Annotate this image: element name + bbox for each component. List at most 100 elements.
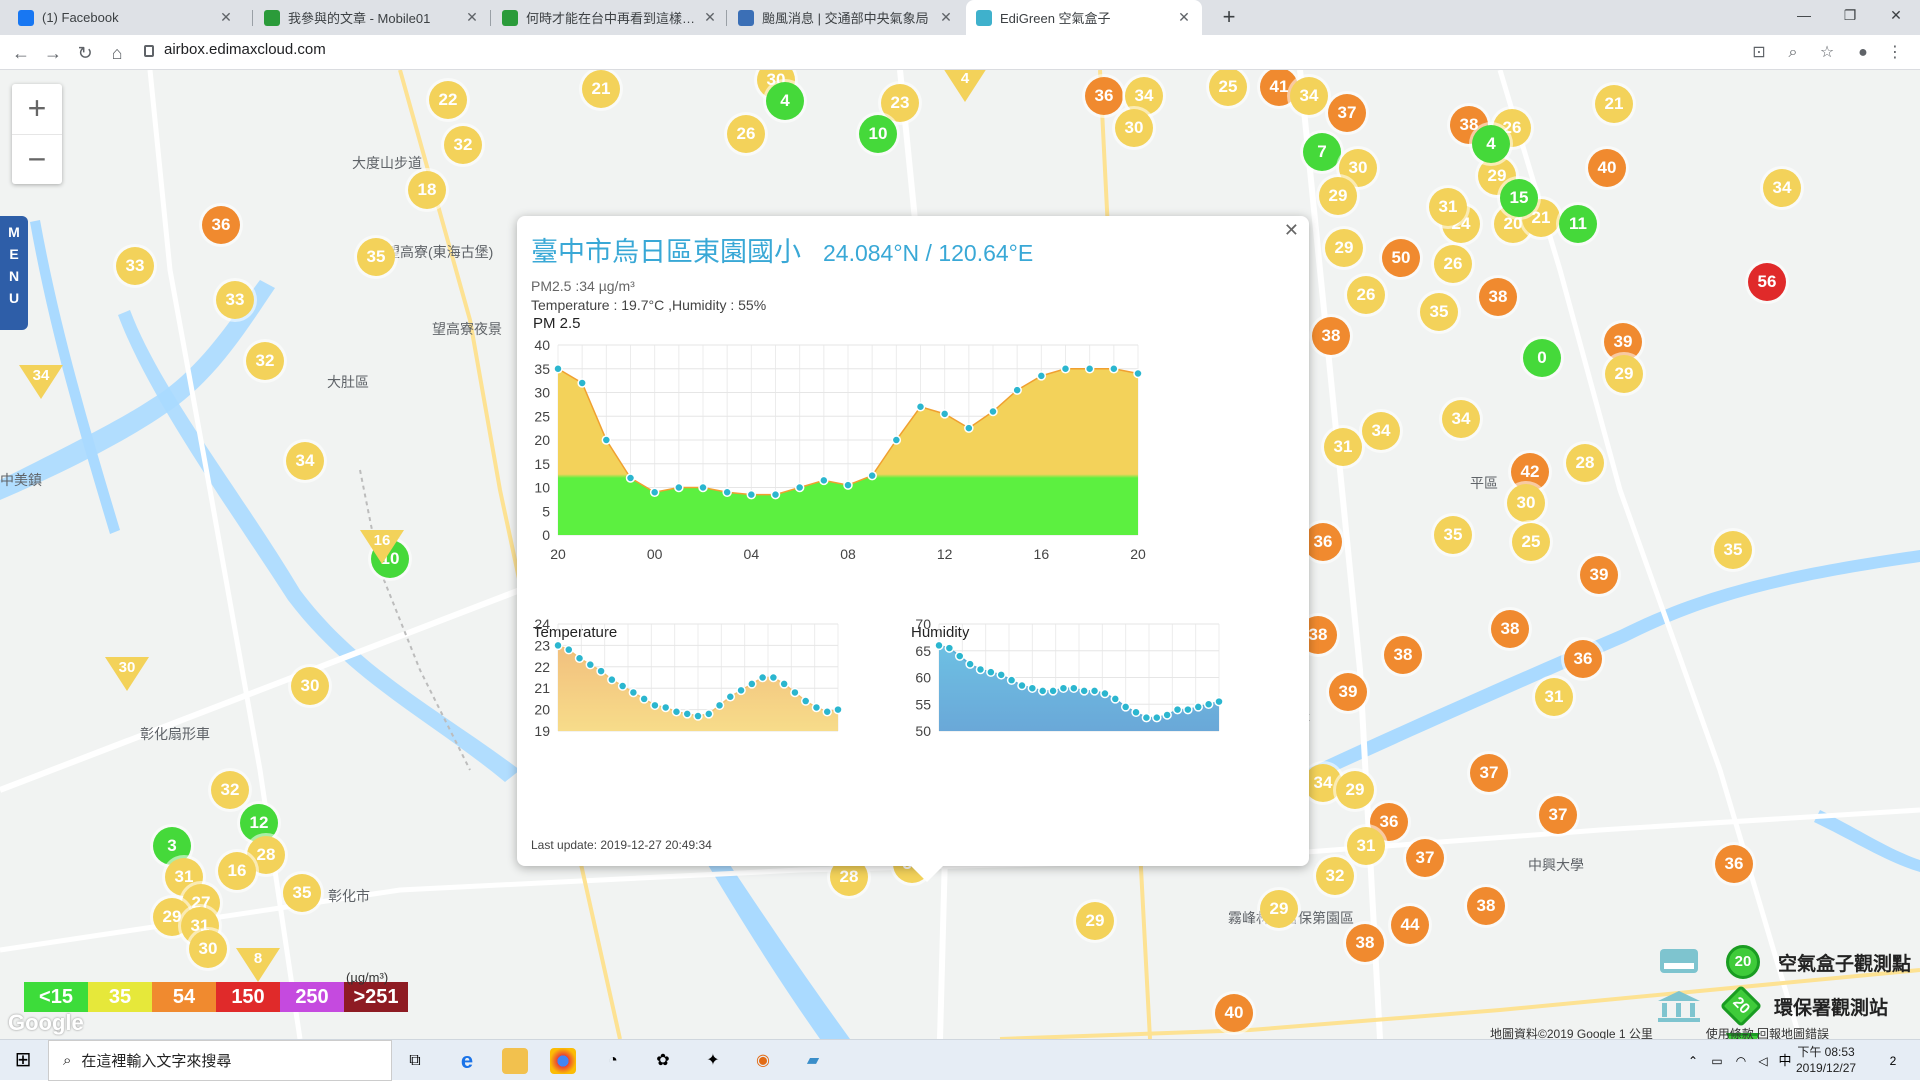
zoom-icon[interactable]: ⌕ — [1782, 42, 1804, 64]
airbox-marker[interactable]: 29 — [1319, 177, 1357, 215]
browser-tab[interactable]: 颱風消息 | 交通部中央氣象局 ✕ — [728, 0, 964, 35]
airbox-marker[interactable]: 29 — [1605, 355, 1643, 393]
browser-menu-icon[interactable]: ⋮ — [1884, 42, 1906, 64]
tab-close-icon[interactable]: ✕ — [218, 9, 234, 26]
airbox-marker[interactable]: 36 — [1304, 523, 1342, 561]
battery-icon[interactable]: ▭ — [1704, 1048, 1730, 1074]
airbox-marker[interactable]: 35 — [1714, 531, 1752, 569]
airbox-marker[interactable]: 31 — [1535, 678, 1573, 716]
ime-icon[interactable]: 中 — [1772, 1048, 1798, 1074]
lass-station-marker[interactable]: 34 — [19, 365, 63, 399]
airbox-marker[interactable]: 56 — [1748, 263, 1786, 301]
airbox-marker[interactable]: 26 — [727, 115, 765, 153]
edge-icon[interactable]: e — [454, 1048, 480, 1074]
menu-tab[interactable]: MENU — [0, 216, 28, 330]
notification-icon[interactable]: 2 — [1880, 1048, 1906, 1074]
airbox-marker[interactable]: 25 — [1512, 523, 1550, 561]
airbox-marker[interactable]: 29 — [1325, 229, 1363, 267]
airbox-marker[interactable]: 7 — [1303, 133, 1341, 171]
airbox-marker[interactable]: 21 — [1595, 85, 1633, 123]
airbox-marker[interactable]: 15 — [1500, 179, 1538, 217]
airbox-marker[interactable]: 34 — [1763, 169, 1801, 207]
airbox-marker[interactable]: 31 — [1324, 428, 1362, 466]
airbox-marker[interactable]: 34 — [1290, 77, 1328, 115]
airbox-marker[interactable]: 38 — [1346, 924, 1384, 962]
airbox-marker[interactable]: 35 — [1434, 516, 1472, 554]
airbox-marker[interactable]: 37 — [1328, 94, 1366, 132]
lass-station-marker[interactable]: 8 — [236, 948, 280, 982]
zoom-in-button[interactable]: + — [12, 84, 62, 134]
airbox-marker[interactable]: 37 — [1470, 754, 1508, 792]
airbox-marker[interactable]: 29 — [1336, 771, 1374, 809]
task-view-icon[interactable]: ⧉ — [402, 1048, 428, 1074]
airbox-marker[interactable]: 29 — [1076, 902, 1114, 940]
airbox-marker[interactable]: 33 — [116, 247, 154, 285]
app-icon-2[interactable]: ✿ — [650, 1048, 676, 1074]
airbox-marker[interactable]: 11 — [1559, 205, 1597, 243]
airbox-marker[interactable]: 32 — [1316, 857, 1354, 895]
reload-icon[interactable]: ↻ — [72, 40, 98, 66]
profile-icon[interactable]: ● — [1852, 42, 1874, 64]
airbox-marker[interactable]: 26 — [1347, 276, 1385, 314]
lass-station-marker[interactable]: 30 — [105, 657, 149, 691]
tab-close-icon[interactable]: ✕ — [702, 9, 718, 26]
airbox-marker[interactable]: 31 — [1347, 827, 1385, 865]
airbox-marker[interactable]: 32 — [444, 126, 482, 164]
airbox-marker[interactable]: 39 — [1329, 673, 1367, 711]
minimize-icon[interactable]: — — [1784, 0, 1824, 32]
airbox-marker[interactable]: 36 — [1715, 845, 1753, 883]
airbox-marker[interactable]: 4 — [1472, 125, 1510, 163]
airbox-marker[interactable]: 37 — [1539, 796, 1577, 834]
airbox-marker[interactable]: 26 — [1434, 245, 1472, 283]
back-icon[interactable]: ← — [8, 40, 34, 66]
airbox-marker[interactable]: 30 — [1507, 484, 1545, 522]
lass-station-marker[interactable]: 16 — [360, 530, 404, 564]
tab-close-icon[interactable]: ✕ — [938, 9, 954, 26]
windows-start-icon[interactable]: ⊞ — [10, 1047, 36, 1073]
tab-close-icon[interactable]: ✕ — [1176, 9, 1192, 26]
browser-tab[interactable]: 我參與的文章 - Mobile01 ✕ — [254, 0, 490, 35]
app-icon-3[interactable]: ✦ — [700, 1048, 726, 1074]
lass-station-marker[interactable]: 4 — [943, 70, 987, 102]
airbox-marker[interactable]: 38 — [1312, 317, 1350, 355]
airbox-marker[interactable]: 34 — [1442, 400, 1480, 438]
airbox-marker[interactable]: 34 — [1362, 412, 1400, 450]
browser-tab[interactable]: 何時才能在台中再看到這樣的藍天 ✕ — [492, 0, 728, 35]
airbox-marker[interactable]: 30 — [291, 667, 329, 705]
airbox-marker[interactable]: 35 — [1420, 293, 1458, 331]
app-icon-5[interactable]: ▰ — [800, 1048, 826, 1074]
map-canvas[interactable]: 大肚區望高寮(東海古堡)望高寮夜景大度山步道彰化市彰化扇形車經濟部台中軟體霧峰林… — [0, 70, 1920, 1039]
app-icon-4[interactable]: ◉ — [750, 1048, 776, 1074]
airbox-marker[interactable]: 38 — [1491, 610, 1529, 648]
airbox-marker[interactable]: 38 — [1384, 636, 1422, 674]
chrome-icon[interactable] — [550, 1048, 576, 1074]
airbox-marker[interactable]: 32 — [246, 342, 284, 380]
airbox-marker[interactable]: 31 — [1429, 188, 1467, 226]
airbox-marker[interactable]: 33 — [216, 281, 254, 319]
airbox-marker[interactable]: 38 — [1479, 278, 1517, 316]
airbox-marker[interactable]: 37 — [1406, 839, 1444, 877]
browser-tab[interactable]: EdiGreen 空氣盒子 ✕ — [966, 0, 1202, 35]
airbox-marker[interactable]: 0 — [1523, 339, 1561, 377]
airbox-marker[interactable]: 50 — [1382, 239, 1420, 277]
airbox-marker[interactable]: 35 — [357, 238, 395, 276]
translate-icon[interactable]: ⊡ — [1748, 42, 1770, 64]
airbox-marker[interactable]: 22 — [429, 81, 467, 119]
airbox-marker[interactable]: 18 — [408, 171, 446, 209]
airbox-marker[interactable]: 39 — [1580, 556, 1618, 594]
tab-close-icon[interactable]: ✕ — [464, 9, 480, 26]
tray-chevron-icon[interactable]: ⌃ — [1680, 1048, 1706, 1074]
close-popup-icon[interactable]: ✕ — [1284, 220, 1299, 241]
airbox-marker[interactable]: 36 — [1564, 640, 1602, 678]
airbox-marker[interactable]: 21 — [582, 70, 620, 108]
zoom-out-button[interactable]: − — [12, 134, 62, 184]
new-tab-button[interactable]: + — [1216, 4, 1242, 30]
airbox-marker[interactable]: 44 — [1391, 906, 1429, 944]
airbox-marker[interactable]: 34 — [286, 442, 324, 480]
app-icon-1[interactable]: ◔ — [600, 1048, 626, 1074]
browser-tab[interactable]: (1) Facebook ✕ — [8, 0, 244, 35]
airbox-marker[interactable]: 30 — [1115, 109, 1153, 147]
bookmark-star-icon[interactable]: ☆ — [1816, 42, 1838, 64]
airbox-marker[interactable]: 40 — [1215, 994, 1253, 1032]
airbox-marker[interactable]: 16 — [218, 852, 256, 890]
